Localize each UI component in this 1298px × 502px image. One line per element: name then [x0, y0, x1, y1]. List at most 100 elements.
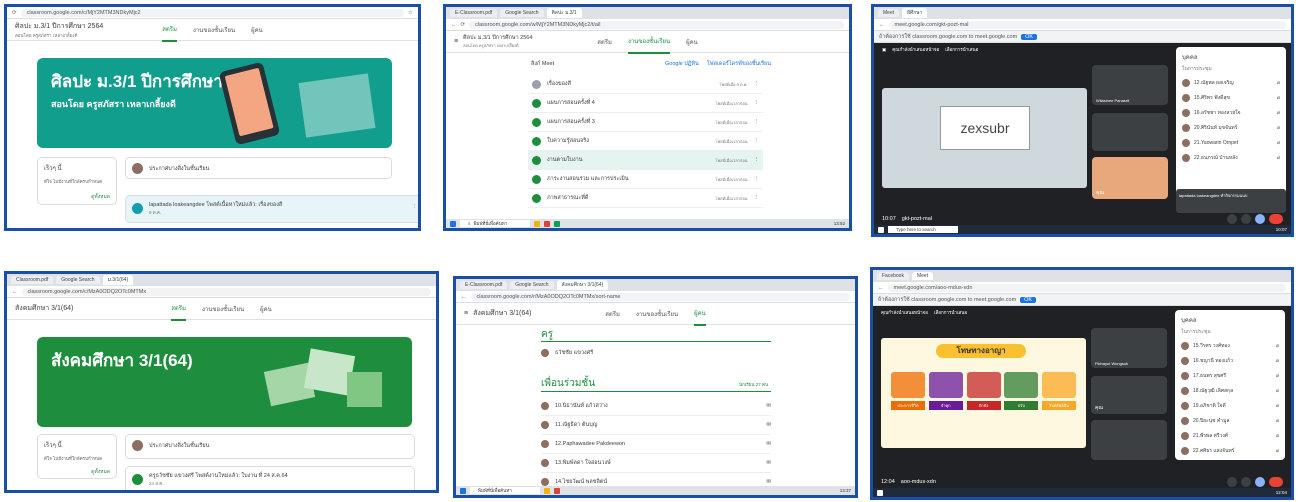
classwork-item[interactable]: งานตามใบงาน โพสต์เมื่อเวลาก่อน ⋮	[528, 151, 763, 170]
reload-icon[interactable]: ⟳	[461, 22, 466, 28]
more-icon[interactable]: ⋮	[754, 176, 760, 182]
mic-off-icon[interactable]: ⌀	[1277, 155, 1280, 161]
mic-off-icon[interactable]: ⌀	[1276, 343, 1279, 349]
mic-off-icon[interactable]: ⌀	[1277, 80, 1280, 86]
mic-off-icon[interactable]: ⌀	[1276, 388, 1279, 394]
mic-off-icon[interactable]: ⌀	[1277, 95, 1280, 101]
speaker-tile[interactable]: Wilasinee Panasrit	[1092, 65, 1168, 105]
classwork-item[interactable]: ภาพสาธารณะที่ดี โพสต์เมื่อเวลาก่อน ⋮	[528, 189, 763, 208]
post-card[interactable]: lapattada loakeangdee โพสต์เนื้อหาใหม่แล…	[125, 195, 418, 223]
email-icon[interactable]: ✉	[766, 479, 771, 485]
hangup-icon[interactable]	[1269, 477, 1283, 487]
browser-tab-active[interactable]: ผีศึกษา	[902, 8, 928, 18]
tab-stream[interactable]: สตรีม	[171, 297, 186, 321]
self-tile[interactable]: คุณ	[1092, 157, 1168, 199]
back-icon[interactable]: ←	[12, 289, 18, 295]
tab-classwork[interactable]: งานของชั้นเรียน	[202, 304, 244, 314]
participant-tile[interactable]	[1092, 113, 1168, 151]
taskbar-search[interactable]: ⌕ พิมพ์ที่นี่เพื่อค้นหา	[460, 220, 530, 227]
more-icon[interactable]: ⋮	[754, 119, 760, 125]
share-box[interactable]: ประกาศบางสิ่งในชั้นเรียน	[125, 157, 392, 179]
classwork-item[interactable]: แผนการสอนครั้งที่ 4 โพสต์เมื่อเวลาก่อน ⋮	[528, 94, 763, 113]
address-bar[interactable]: ← classroom.google.com/c/MzA0ODQ2OTc0MTMx	[7, 286, 436, 298]
browser-tab[interactable]: Google Search	[500, 9, 544, 17]
url-field[interactable]: classroom.google.com/c/MzA0ODQ2OTc0MTMx	[21, 287, 431, 296]
meet-link[interactable]: ลิงก์ Meet	[531, 60, 554, 68]
view-all-link[interactable]: ดูทั้งหมด	[44, 193, 110, 201]
back-icon[interactable]: ←	[878, 285, 884, 291]
email-icon[interactable]: ✉	[766, 422, 771, 428]
ok-button[interactable]: OK	[1021, 33, 1038, 40]
tab-stream[interactable]: สตรีม	[597, 37, 612, 47]
url-field[interactable]: classroom.google.com/r/MzA0ODQ2OTc0MTMx/…	[470, 292, 850, 301]
mic-off-icon[interactable]: ⌀	[1277, 125, 1280, 131]
menu-icon[interactable]: ≡	[464, 310, 468, 317]
taskbar-search[interactable]: พิมพ์ที่นี่เพื่อค้นหา	[470, 487, 540, 494]
hangup-icon[interactable]	[1269, 214, 1283, 224]
address-bar[interactable]: ← meet.google.com/aoo-mdus-xdn	[873, 282, 1291, 294]
post-card[interactable]: ครูธวัชชัย แขวงศรี โพสต์งานใหม่แล้ว: ใบง…	[125, 466, 415, 490]
star-icon[interactable]: ☆	[408, 10, 413, 16]
mic-off-icon[interactable]: ⌀	[1276, 448, 1279, 454]
taskbar-search[interactable]: Type here to search	[888, 226, 958, 233]
browser-tab[interactable]: Google Search	[56, 276, 100, 284]
url-field[interactable]: meet.google.com/aoo-mdus-xdn	[887, 283, 1286, 292]
address-bar[interactable]: ⟳ classroom.google.com/c/MjY2MTM3NDkyMjc2…	[7, 7, 418, 19]
mic-off-icon[interactable]: ⌀	[1276, 373, 1279, 379]
tab-people[interactable]: ผู้คน	[686, 37, 698, 47]
browser-tab[interactable]: E-Classroom.pdf	[450, 9, 498, 17]
browser-tab-active[interactable]: Meet	[911, 272, 934, 280]
browser-tab[interactable]: Google Search	[510, 281, 554, 289]
more-icon[interactable]: ⋮	[754, 100, 760, 106]
classwork-item[interactable]: แผนการสอนครั้งที่ 3 โพสต์เมื่อเวลาก่อน ⋮	[528, 113, 763, 132]
camera-icon[interactable]	[1241, 214, 1251, 224]
camera-icon[interactable]	[1241, 477, 1251, 487]
folder-icon[interactable]	[534, 220, 540, 227]
url-field[interactable]: classroom.google.com/c/MjY2MTM3NDkyMjc2	[20, 8, 405, 17]
address-bar[interactable]: ← meet.google.com/gkt-pozt-mal	[874, 19, 1291, 31]
tab-classwork[interactable]: งานของชั้นเรียน	[193, 25, 235, 35]
mic-off-icon[interactable]: ⌀	[1276, 418, 1279, 424]
tab-people[interactable]: ผู้คน	[694, 302, 706, 326]
tab-people[interactable]: ผู้คน	[251, 25, 263, 35]
self-tile[interactable]: คุณ	[1091, 376, 1167, 414]
back-icon[interactable]: ←	[461, 294, 467, 300]
windows-icon[interactable]	[450, 220, 456, 227]
view-all-link[interactable]: ดูทั้งหมด	[44, 468, 110, 476]
chrome-icon[interactable]	[554, 487, 560, 494]
email-icon[interactable]: ✉	[766, 460, 771, 466]
browser-tab-active[interactable]: ม.3/1(64)	[102, 275, 134, 285]
app-icon[interactable]	[554, 220, 560, 227]
mic-off-icon[interactable]: ⌀	[1276, 403, 1279, 409]
mic-off-icon[interactable]: ⌀	[1276, 358, 1279, 364]
calendar-link[interactable]: Google ปฏิทิน	[665, 60, 699, 68]
more-icon[interactable]: ⋮	[412, 204, 418, 210]
more-icon[interactable]: ⋮	[754, 81, 760, 87]
browser-tab[interactable]: E-Classroom.pdf	[460, 281, 508, 289]
browser-tab-active[interactable]: สังคมศึกษา 3/1(64)	[556, 280, 609, 290]
tab-classwork[interactable]: งานของชั้นเรียน	[628, 30, 671, 54]
classwork-item[interactable]: เรื่องของสี โพสต์เมื่อ 9 ต.ค. ⋮	[528, 75, 763, 94]
speaker-tile[interactable]: Pichayut Wongsuk	[1091, 328, 1167, 368]
back-icon[interactable]: ←	[451, 22, 457, 28]
tab-stream[interactable]: สตรีม	[162, 18, 177, 42]
classwork-item[interactable]: ใบความรู้สอนจริง โพสต์เมื่อเวลาก่อน ⋮	[528, 132, 763, 151]
mic-off-icon[interactable]: ⌀	[1277, 110, 1280, 116]
browser-tab-active[interactable]: ศิลปะ ม.3/1	[546, 8, 582, 18]
share-box[interactable]: ประกาศบางสิ่งในชั้นเรียน	[125, 434, 415, 459]
present-icon[interactable]	[1255, 477, 1265, 487]
tab-stream[interactable]: สตรีม	[605, 309, 620, 319]
windows-icon[interactable]	[878, 226, 884, 233]
email-icon[interactable]: ✉	[766, 403, 771, 409]
browser-tab[interactable]: Meet	[878, 9, 900, 17]
mic-off-icon[interactable]: ⌀	[1277, 140, 1280, 146]
address-bar[interactable]: ← classroom.google.com/r/MzA0ODQ2OTc0MTMx…	[456, 291, 855, 303]
participant-tile[interactable]	[1091, 420, 1167, 460]
reload-icon[interactable]: ⟳	[12, 10, 17, 16]
present-icon[interactable]	[1255, 214, 1265, 224]
more-icon[interactable]: ⋮	[754, 157, 760, 163]
drive-link[interactable]: โฟลเดอร์ไดรฟ์ของชั้นเรียน	[707, 60, 771, 68]
tab-people[interactable]: ผู้คน	[260, 304, 272, 314]
mic-off-icon[interactable]: ⌀	[1276, 433, 1279, 439]
windows-icon[interactable]	[877, 489, 883, 496]
